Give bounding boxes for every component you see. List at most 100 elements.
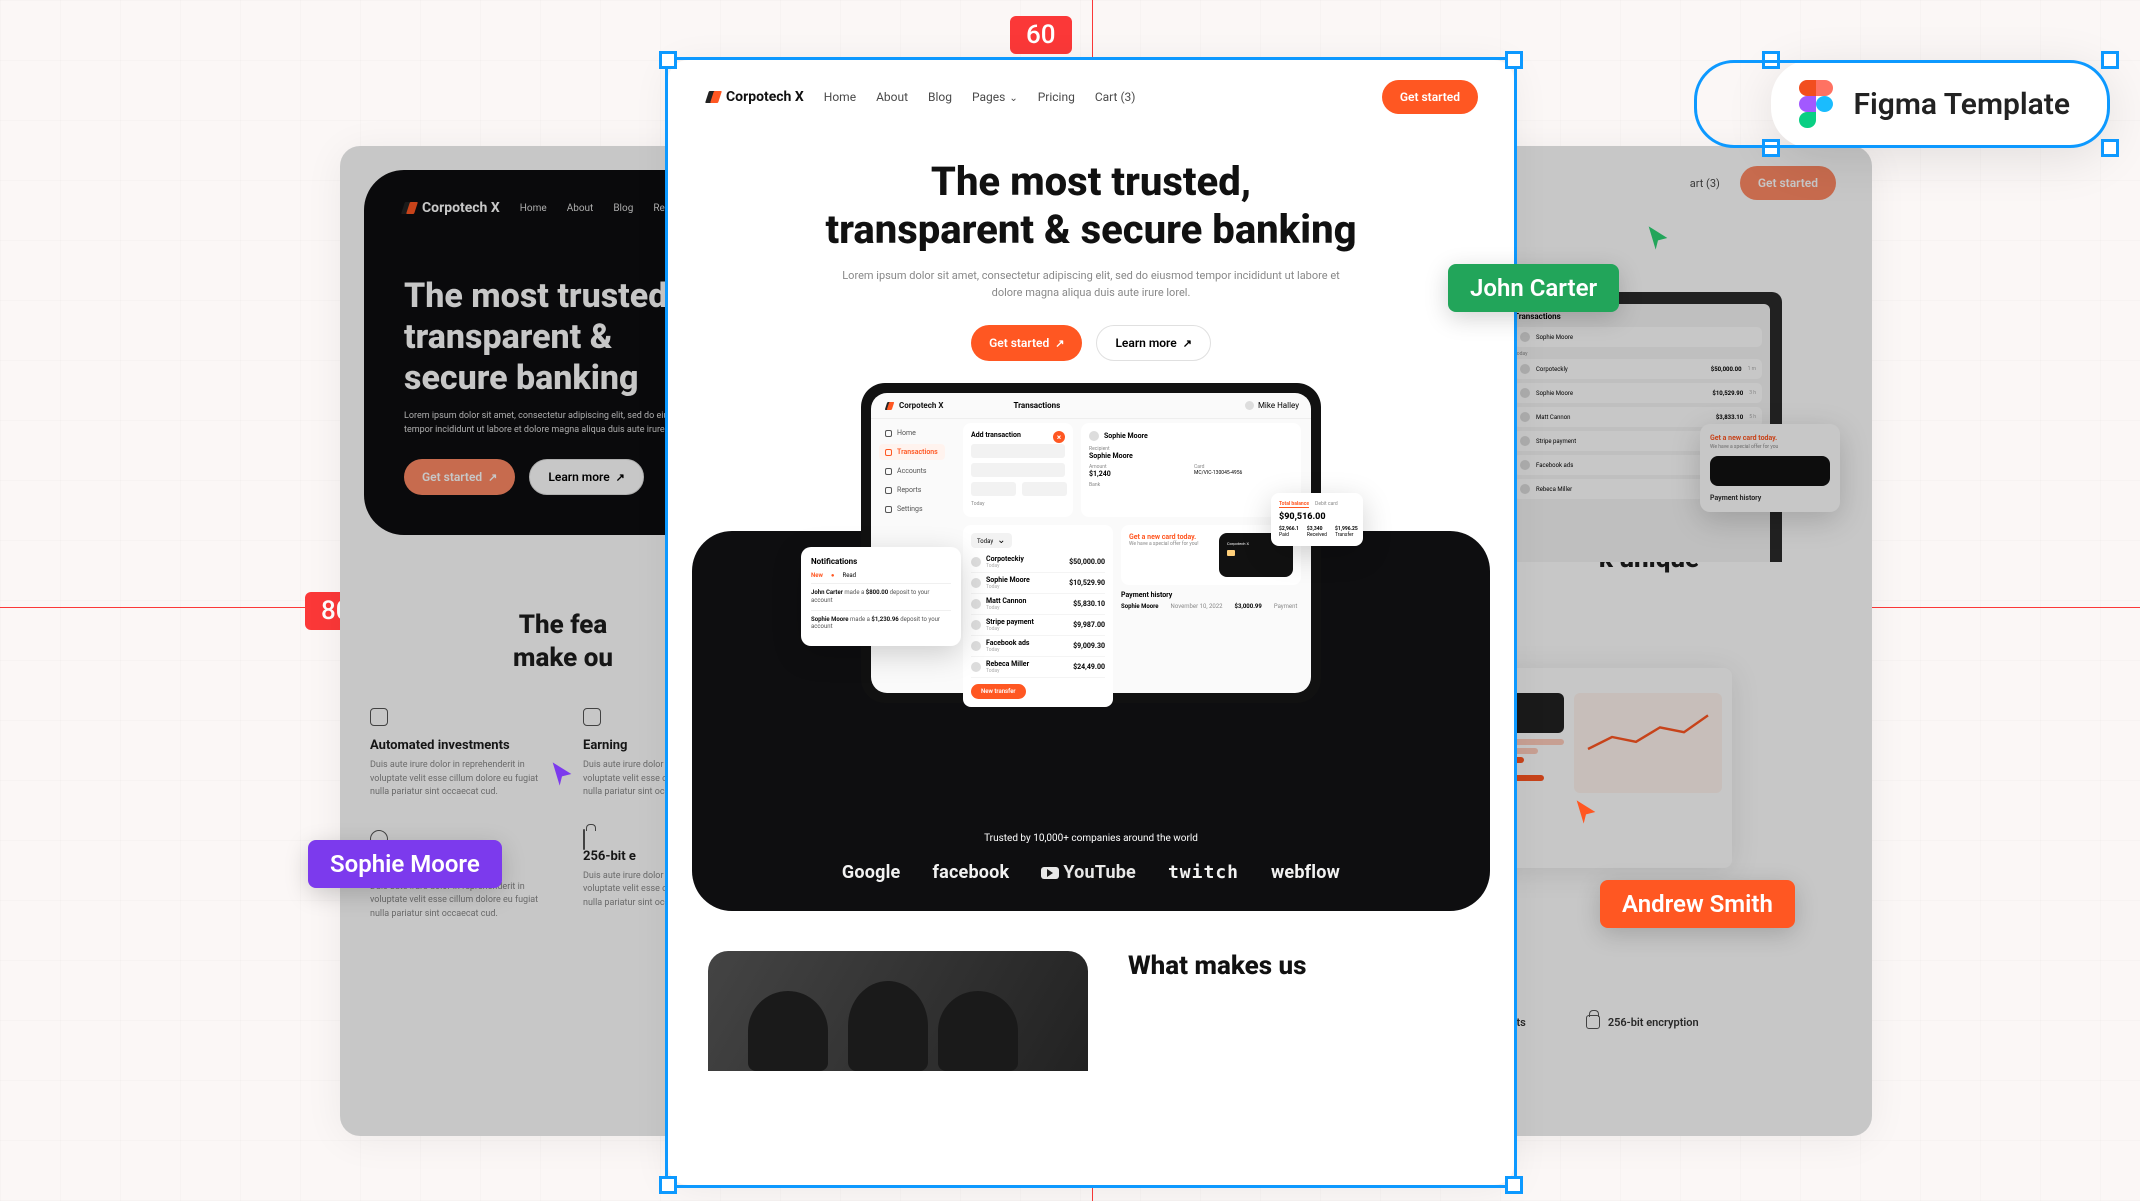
label: Bank xyxy=(1089,482,1293,488)
table-row[interactable]: Corpoteckly$50,000.001 m xyxy=(1514,359,1762,379)
cta-get-started[interactable]: Get started xyxy=(1382,80,1478,114)
lock-icon xyxy=(583,829,585,850)
filter-dropdown[interactable]: Today xyxy=(971,533,1012,548)
card-title: Notifications xyxy=(811,557,951,566)
feature-title: Automated investments xyxy=(370,738,543,753)
cta-get-started[interactable]: Get started xyxy=(1740,166,1836,200)
sidebar-item[interactable]: Accounts xyxy=(879,463,945,479)
nav-link-cart[interactable]: art (3) xyxy=(1690,177,1720,190)
chart-icon xyxy=(583,708,601,726)
logo-youtube: YouTube xyxy=(1041,862,1136,883)
sidebar-item[interactable]: Settings xyxy=(879,501,945,517)
table-row[interactable]: Sophie Moore xyxy=(1514,327,1762,347)
avatar xyxy=(1520,332,1530,342)
sidebar-item[interactable]: Transactions xyxy=(879,444,945,460)
sparkline-chart xyxy=(1582,701,1714,761)
table-row[interactable]: Sophie Moore$10,529.903 h xyxy=(1514,383,1762,403)
cta-learn-more[interactable]: Learn more xyxy=(529,459,644,495)
resize-handle[interactable] xyxy=(2101,51,2119,69)
cta-get-started[interactable]: Get started xyxy=(971,325,1082,361)
nav-link[interactable]: Blog xyxy=(928,90,952,104)
tab[interactable]: Read xyxy=(843,572,857,579)
new-transfer-button[interactable]: New transfer xyxy=(971,684,1026,699)
resize-handle[interactable] xyxy=(2101,139,2119,157)
logo-google: Google xyxy=(842,862,901,883)
input[interactable] xyxy=(1022,482,1067,496)
what-makes-us-section: What makes us xyxy=(668,921,1514,1071)
figma-template-pill[interactable]: Figma Template xyxy=(1771,60,2110,148)
navbar: Corpotech X Home About Blog Pages Pricin… xyxy=(668,60,1514,134)
nav-link[interactable]: About xyxy=(876,90,908,104)
hero: The most trusted,transparent & secure ba… xyxy=(668,134,1514,361)
brand-logo-icon xyxy=(704,91,720,103)
nav-link[interactable]: Home xyxy=(520,203,547,214)
input[interactable] xyxy=(971,463,1065,477)
gear-icon xyxy=(370,708,388,726)
close-icon[interactable]: × xyxy=(1053,431,1065,443)
transactions-icon xyxy=(885,449,892,456)
filter-label: Today xyxy=(1514,351,1762,357)
promo-card: Get a new card today. We have a special … xyxy=(1700,424,1840,512)
accounts-icon xyxy=(885,468,892,475)
table-row[interactable]: CorpoteckiyToday$50,000.00 xyxy=(971,552,1105,573)
nav-link-cart[interactable]: Cart (3) xyxy=(1095,90,1136,104)
hero-subtitle: Lorem ipsum dolor sit amet, consectetur … xyxy=(831,268,1351,301)
tab[interactable]: Total balance xyxy=(1279,501,1309,508)
value: Sophie Moore xyxy=(1089,452,1293,460)
nav-link[interactable]: Pages xyxy=(972,90,1018,104)
label: Today xyxy=(971,501,1065,507)
settings-icon xyxy=(885,506,892,513)
avatar xyxy=(1520,412,1530,422)
tablet-title: Transactions xyxy=(1013,401,1060,410)
nav-link[interactable]: Home xyxy=(824,90,856,104)
trusted-headline: Trusted by 10,000+ companies around the … xyxy=(692,833,1490,844)
home-icon xyxy=(885,430,892,437)
feature-item: 256-bit encryption xyxy=(1586,1009,1699,1035)
tab[interactable]: New xyxy=(811,572,823,579)
input[interactable] xyxy=(971,444,1065,458)
promo-title: Get a new card today. xyxy=(1710,434,1830,442)
value: MC/VIC-130045-4956 xyxy=(1194,470,1293,476)
user-name: Mike Halley xyxy=(1258,401,1299,410)
navlinks: Home About Blog Pages Pricing Cart (3) xyxy=(824,90,1136,104)
collaborator-label-sophie: Sophie Moore xyxy=(308,840,502,888)
hero-subtitle: Lorem ipsum dolor sit amet, consectetur … xyxy=(404,410,704,437)
cta-learn-more[interactable]: Learn more xyxy=(1096,325,1211,361)
table-row[interactable]: Rebeca MillerToday$24,49.00 xyxy=(971,657,1105,678)
badge-icon: ● xyxy=(831,572,835,579)
avatar xyxy=(1520,388,1530,398)
nav-link[interactable]: Pricing xyxy=(1038,90,1075,104)
sidebar-item[interactable]: Reports xyxy=(879,482,945,498)
resize-handle[interactable] xyxy=(1762,139,1780,157)
feature-card: Automated investments Duis aute irure do… xyxy=(370,708,543,800)
tab[interactable]: Debit card xyxy=(1315,501,1338,508)
brand[interactable]: Corpotech X xyxy=(400,200,500,216)
cta-get-started[interactable]: Get started xyxy=(404,459,515,495)
history-title: Payment history xyxy=(1121,591,1301,599)
balance-card: Total balanceDebit card $90,516.00 $2,96… xyxy=(1271,493,1363,546)
input[interactable] xyxy=(971,482,1016,496)
avatar xyxy=(971,578,981,588)
artboard-center[interactable]: Corpotech X Home About Blog Pages Pricin… xyxy=(668,60,1514,1185)
avatar xyxy=(1245,401,1254,410)
nav-link[interactable]: About xyxy=(567,203,594,214)
notifications-card: Notifications New ● Read John Carter made … xyxy=(801,547,961,646)
list-item[interactable]: John Carter made a $800.00 deposit to yo… xyxy=(811,583,951,610)
sidebar-item[interactable]: Home xyxy=(879,425,945,441)
promo-title: Get a new card today. xyxy=(1129,533,1196,541)
cursor-icon xyxy=(1572,798,1600,826)
trusted-row: Trusted by 10,000+ companies around the … xyxy=(692,833,1490,883)
nav-link[interactable]: Blog xyxy=(613,203,633,214)
table-row[interactable]: Stripe paymentToday$9,987.00 xyxy=(971,615,1105,636)
table-row[interactable]: Facebook adsToday$9,009.30 xyxy=(971,636,1105,657)
avatar xyxy=(1089,431,1099,441)
avatar xyxy=(971,620,981,630)
add-transaction-card: Add transaction× Today xyxy=(963,423,1073,517)
avatar xyxy=(971,662,981,672)
resize-handle[interactable] xyxy=(1762,51,1780,69)
history-title: Payment history xyxy=(1710,494,1830,502)
table-row[interactable]: Matt CannonToday$5,830.10 xyxy=(971,594,1105,615)
table-row[interactable]: Sophie MooreToday$10,529.90 xyxy=(971,573,1105,594)
list-item[interactable]: Sophie Moore made a $1,230.96 deposit to… xyxy=(811,610,951,637)
brand[interactable]: Corpotech X xyxy=(704,89,804,105)
